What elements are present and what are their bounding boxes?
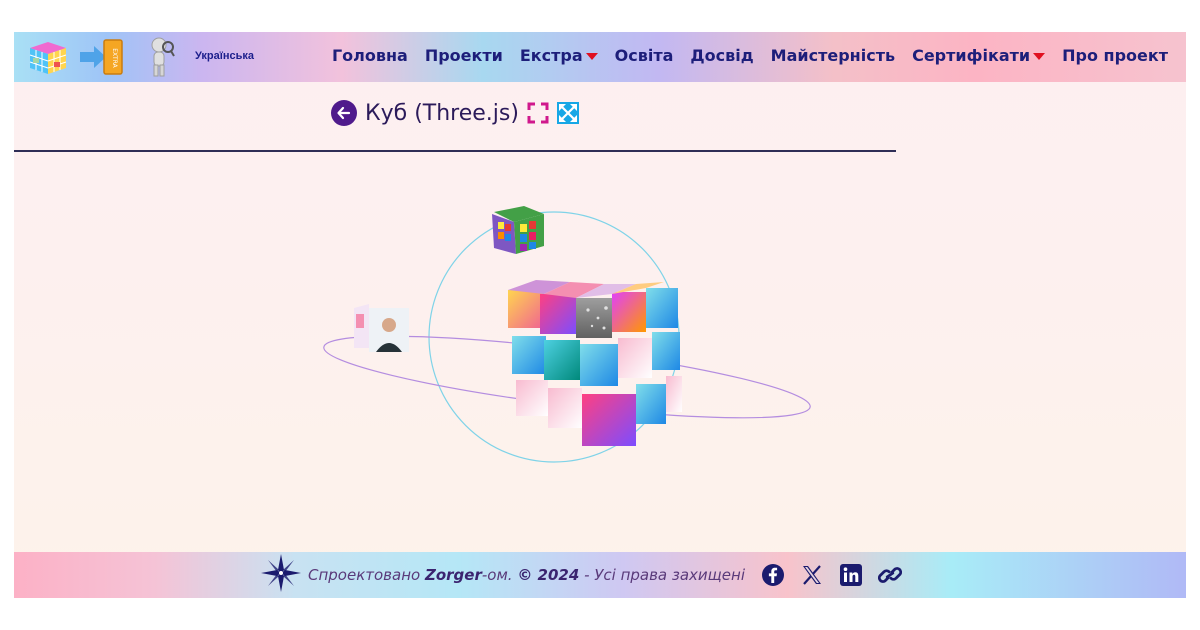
fullscreen-frame-icon[interactable] — [527, 102, 549, 124]
back-arrow-icon[interactable] — [331, 100, 358, 126]
nav-item-label: Проекти — [424, 46, 503, 65]
footer: Спроектовано Zorger-ом. © 2024 - Усі пра… — [14, 552, 1186, 598]
nav-item-label: Про проект — [1062, 46, 1168, 65]
dropdown-caret-icon — [1033, 53, 1046, 60]
nav-item-label: Досвід — [690, 46, 754, 65]
x-icon[interactable] — [800, 563, 824, 587]
small-rubik-cube — [492, 206, 544, 254]
page-title: Куб (Three.js) — [365, 100, 519, 126]
main-rubik-cube — [508, 280, 682, 446]
nav-item-projects[interactable]: Проекти — [425, 46, 503, 65]
nav-item-label: Екстра — [519, 46, 583, 65]
photo-cube — [354, 304, 409, 352]
nav-item-extra[interactable]: Екстра — [520, 46, 598, 65]
footer-prefix: Спроектовано — [308, 566, 425, 584]
social-links — [761, 563, 917, 587]
footer-author: Zorger — [424, 566, 482, 584]
nav-item-certificates[interactable]: Сертифікати — [912, 46, 1046, 65]
svg-text:EXTRA: EXTRA — [111, 48, 118, 68]
link-icon[interactable] — [878, 563, 903, 587]
footer-author-suffix: -ом. — [481, 566, 518, 584]
nav-item-label: Освіта — [614, 46, 674, 65]
dropdown-caret-icon — [585, 53, 598, 60]
footer-rights: - Усі права захищені — [579, 566, 746, 584]
nav-item-label: Майстерність — [770, 46, 896, 65]
expand-arrows-icon[interactable] — [556, 102, 579, 124]
page-title-row: Куб (Three.js) — [14, 100, 896, 126]
nav-item-label: Головна — [331, 46, 408, 65]
footer-content: Спроектовано Zorger-ом. © 2024 - Усі пра… — [260, 553, 917, 597]
footer-copyright: © 2024 — [517, 566, 580, 584]
nav-item-education[interactable]: Освіта — [615, 46, 674, 65]
person-magnifier-logo[interactable] — [146, 36, 176, 78]
threejs-canvas[interactable] — [14, 162, 1186, 552]
language-switch-link[interactable]: Українська — [195, 50, 254, 62]
nav-item-about[interactable]: Про проект — [1062, 46, 1168, 65]
page-frame: EXTRA Українська Головна Проекти Екстра … — [14, 32, 1186, 598]
extra-logo[interactable]: EXTRA — [80, 38, 128, 76]
nav-item-home[interactable]: Головна — [332, 46, 408, 65]
nav-item-label: Сертифікати — [912, 46, 1031, 65]
logo-group: EXTRA — [26, 36, 176, 78]
nav-item-experience[interactable]: Досвід — [690, 46, 753, 65]
footer-credit: Спроектовано Zorger-ом. © 2024 - Усі пра… — [308, 566, 745, 584]
linkedin-icon[interactable] — [839, 563, 863, 587]
cube-logo[interactable] — [26, 38, 70, 76]
main-nav: Головна Проекти Екстра Освіта Досвід Май… — [315, 46, 1168, 65]
title-divider — [14, 150, 896, 152]
top-navbar: EXTRA Українська Головна Проекти Екстра … — [14, 32, 1186, 82]
compass-rose-icon — [260, 553, 302, 597]
nav-item-skills[interactable]: Майстерність — [771, 46, 895, 65]
facebook-icon[interactable] — [761, 563, 785, 587]
